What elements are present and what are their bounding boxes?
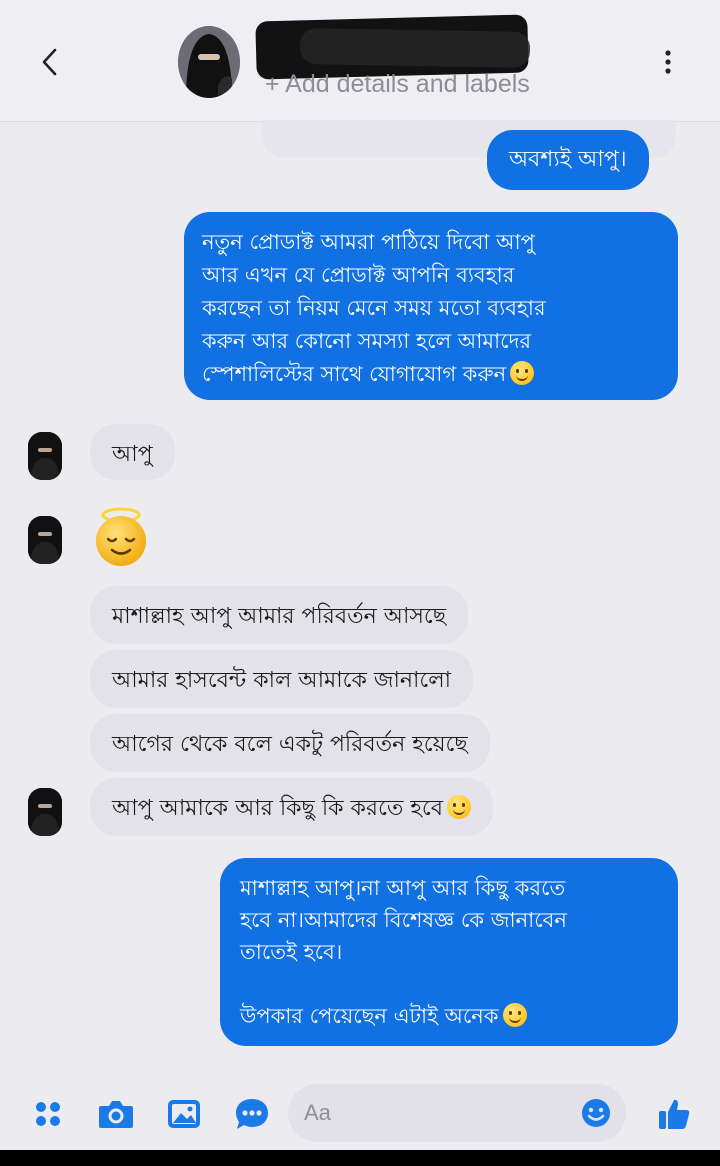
incoming-message[interactable]: আপু <box>90 424 175 480</box>
message-composer <box>288 1084 626 1142</box>
message-input[interactable] <box>304 1092 574 1134</box>
chat-features-button[interactable] <box>230 1092 274 1136</box>
add-details-link[interactable]: + Add details and labels <box>265 70 530 99</box>
message-text-line: নতুন প্রোডাক্ট আমরা পাঠিয়ে দিবো আপু <box>202 230 535 254</box>
emoji-picker-button[interactable] <box>578 1095 614 1131</box>
message-text-line: আর এখন যে প্রোডাক্ট আপনি ব্যবহার <box>202 263 515 287</box>
chevron-left-icon <box>42 48 57 76</box>
incoming-message[interactable]: আপু আমাকে আর কিছু কি করতে হবে <box>90 778 493 836</box>
outgoing-message[interactable]: অবশ্যই আপু। <box>487 130 649 190</box>
message-text: আপু আমাকে আর কিছু কি করতে হবে <box>112 791 471 826</box>
message-text: অবশ্যই আপু। <box>509 147 627 172</box>
camera-button[interactable] <box>94 1092 138 1136</box>
composer-bar <box>0 1078 720 1148</box>
message-text: মাশাল্লাহ আপু আমার পরিবর্তন আসছে <box>112 604 447 629</box>
message-text-line: তাতেই হবে। <box>240 940 343 964</box>
message-text-line: করছেন তা নিয়ম মেনে সময় মতো ব্যবহার <box>202 296 546 320</box>
message-text-line: করুন আর কোনো সমস্যা হলে আমাদের <box>202 329 532 353</box>
smile-emoji-icon <box>502 1003 527 1027</box>
message-text: আপু <box>112 442 153 467</box>
contact-avatar-small[interactable] <box>28 516 62 564</box>
messenger-chat-screen: + Add details and labels অবশ্যই আপু। নতু… <box>0 0 720 1166</box>
contact-avatar[interactable] <box>178 26 240 98</box>
message-text-line: উপকার পেয়েছেন এটাই অনেক <box>240 1000 658 1032</box>
gallery-button[interactable] <box>162 1092 206 1136</box>
incoming-message[interactable]: আমার হাসবেন্ট কাল আমাকে জানালো <box>90 650 474 708</box>
like-button[interactable] <box>652 1092 696 1136</box>
incoming-message[interactable]: আগের থেকে বলে একটু পরিবর্তন হয়েছে <box>90 714 490 772</box>
redacted-contact-name-overlay <box>299 27 531 69</box>
message-text-line: স্পেশালিস্টের সাথে যোগাযোগ করুন <box>202 358 660 391</box>
smiling-face-with-halo-emoji-icon[interactable] <box>90 506 152 568</box>
thumbs-up-icon <box>659 1099 690 1129</box>
message-text: আগের থেকে বলে একটু পরিবর্তন হয়েছে <box>112 732 468 757</box>
more-options-button[interactable] <box>650 44 686 80</box>
outgoing-message[interactable]: মাশাল্লাহ আপু।না আপু আর কিছু করতে হবে না… <box>220 858 678 1046</box>
message-text-line: মাশাল্লাহ আপু।না আপু আর কিছু করতে <box>240 876 566 900</box>
image-icon <box>168 1100 200 1128</box>
outgoing-message[interactable]: নতুন প্রোডাক্ট আমরা পাঠিয়ে দিবো আপু আর … <box>184 212 678 400</box>
chat-bubble-icon <box>236 1099 268 1129</box>
contact-avatar-small[interactable] <box>28 432 62 480</box>
message-text: আমার হাসবেন্ট কাল আমাকে জানালো <box>112 668 452 693</box>
smile-emoji-icon <box>510 361 535 385</box>
emoji-icon <box>582 1099 610 1127</box>
contact-avatar-small[interactable] <box>28 788 62 836</box>
back-button[interactable] <box>30 40 70 84</box>
smile-emoji-icon <box>447 795 471 819</box>
message-text-line: হবে না।আমাদের বিশেষজ্ঞ কে জানাবেন <box>240 908 567 932</box>
system-navigation-bar <box>0 1150 720 1166</box>
vertical-dots-icon <box>665 50 671 74</box>
chat-header: + Add details and labels <box>0 0 720 122</box>
camera-icon <box>99 1101 133 1128</box>
apps-button[interactable] <box>26 1092 70 1136</box>
incoming-message[interactable]: মাশাল্লাহ আপু আমার পরিবর্তন আসছে <box>90 586 469 644</box>
apps-icon <box>36 1102 60 1126</box>
